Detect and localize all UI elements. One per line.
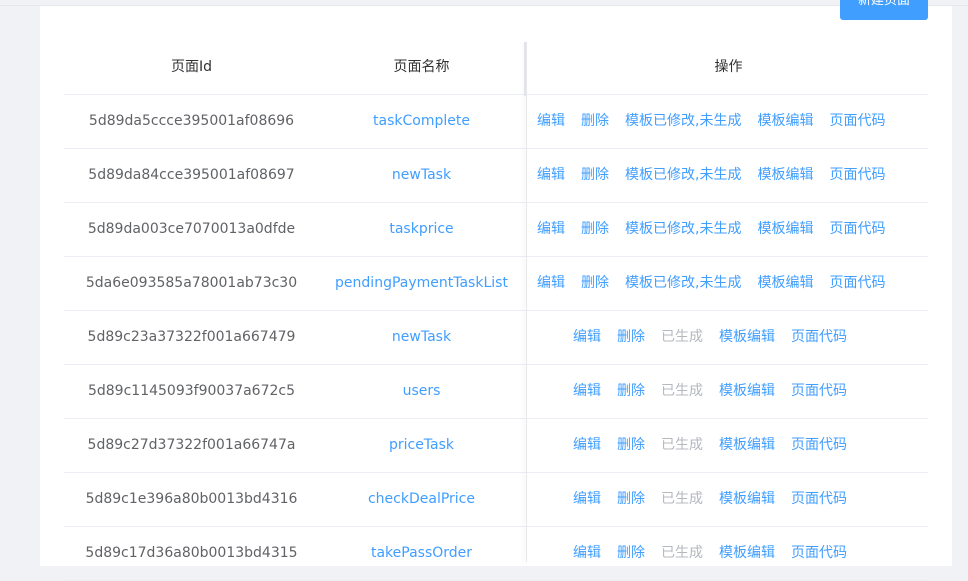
page-code-link[interactable]: 页面代码	[791, 311, 847, 364]
table-row: 5d89c1145093f90037a672c5 users 编辑 删除 已生成 模板编辑…	[64, 365, 928, 419]
delete-link[interactable]: 删除	[581, 149, 609, 202]
page-id-cell: 5d89da84cce395001af08697	[88, 167, 295, 183]
new-page-button[interactable]: 新建页面	[840, 0, 928, 20]
edit-link[interactable]: 编辑	[573, 365, 601, 418]
fixed-column-divider	[526, 42, 527, 562]
page-name-link[interactable]: pendingPaymentTaskList	[319, 257, 524, 310]
page-id-cell: 5da6e093585a78001ab73c30	[85, 275, 298, 291]
delete-link[interactable]: 删除	[617, 311, 645, 364]
edit-link[interactable]: 编辑	[537, 149, 565, 202]
table-row: 5d89da5ccce395001af08696 taskComplete 编辑 删除…	[64, 95, 928, 149]
template-edit-link[interactable]: 模板编辑	[719, 311, 775, 364]
edit-link[interactable]: 编辑	[537, 203, 565, 256]
page-code-link[interactable]: 页面代码	[791, 527, 847, 580]
generate-status: 已生成	[661, 329, 703, 345]
operations-cell: 编辑 删除 已生成 模板编辑 页面代码	[573, 527, 863, 580]
page-name-link[interactable]: takePassOrder	[319, 527, 524, 580]
generate-status: 已生成	[661, 545, 703, 561]
operations-cell: 编辑 删除 已生成 模板编辑 页面代码	[573, 419, 863, 472]
edit-link[interactable]: 编辑	[537, 257, 565, 310]
delete-link[interactable]: 删除	[581, 203, 609, 256]
page-name-link[interactable]: priceTask	[319, 419, 524, 472]
delete-link[interactable]: 删除	[581, 257, 609, 310]
edit-link[interactable]: 编辑	[573, 527, 601, 580]
template-edit-link[interactable]: 模板编辑	[719, 527, 775, 580]
operations-cell: 编辑 删除 模板已修改,未生成 模板编辑 页面代码	[537, 257, 901, 310]
operations-cell: 编辑 删除 已生成 模板编辑 页面代码	[573, 365, 863, 418]
page-name-link[interactable]: taskprice	[319, 203, 524, 256]
edit-link[interactable]: 编辑	[573, 311, 601, 364]
new-page-button-label: 新建页面	[857, 0, 910, 8]
table-body: 5d89da5ccce395001af08696 taskComplete 编辑 删除…	[64, 95, 928, 581]
table-row: 5d89da84cce395001af08697 newTask 编辑 删除 模板已修改…	[64, 149, 928, 203]
generate-status: 已生成	[661, 437, 703, 453]
table-row: 5d89c27d37322f001a66747a priceTask 编辑 删除 已生成…	[64, 419, 928, 473]
header-page-id: 页面Id	[170, 59, 212, 75]
page-id-cell: 5d89da003ce7070013a0dfde	[87, 221, 296, 237]
table-row: 5d89da003ce7070013a0dfde taskprice 编辑 删除 模板已…	[64, 203, 928, 257]
table-header: 页面Id 页面名称 操作	[64, 41, 928, 95]
template-edit-link[interactable]: 模板编辑	[719, 419, 775, 472]
page-name-link[interactable]: taskComplete	[319, 95, 524, 148]
page-code-link[interactable]: 页面代码	[829, 149, 885, 202]
table-row: 5da6e093585a78001ab73c30 pendingPaymentTa…	[64, 257, 928, 311]
generate-status[interactable]: 模板已修改,未生成	[625, 95, 741, 148]
header-operations: 操作	[714, 59, 743, 75]
page-code-link[interactable]: 页面代码	[791, 473, 847, 526]
delete-link[interactable]: 删除	[617, 527, 645, 580]
template-edit-link[interactable]: 模板编辑	[757, 257, 813, 310]
generate-status: 已生成	[661, 383, 703, 399]
table-row: 5d89c17d36a80b0013bd4315 takePassOrder 编辑删…	[64, 527, 928, 581]
page-name-link[interactable]: users	[319, 365, 524, 418]
page-name-link[interactable]: checkDealPrice	[319, 473, 524, 526]
template-edit-link[interactable]: 模板编辑	[719, 473, 775, 526]
page-code-link[interactable]: 页面代码	[829, 203, 885, 256]
operations-cell: 编辑 删除 模板已修改,未生成 模板编辑 页面代码	[537, 203, 901, 256]
page-id-cell: 5d89c27d37322f001a66747a	[87, 437, 296, 453]
operations-cell: 编辑 删除 模板已修改,未生成 模板编辑 页面代码	[537, 95, 901, 148]
edit-link[interactable]: 编辑	[537, 95, 565, 148]
delete-link[interactable]: 删除	[617, 473, 645, 526]
generate-status: 已生成	[661, 491, 703, 507]
operations-cell: 编辑 删除 已生成 模板编辑 页面代码	[573, 311, 863, 364]
content-panel: 新建页面 页面Id 页面名称 操作 5d89da5ccce395001af086…	[40, 0, 952, 581]
operations-cell: 编辑 删除 模板已修改,未生成 模板编辑 页面代码	[537, 149, 901, 202]
template-edit-link[interactable]: 模板编辑	[757, 149, 813, 202]
page-id-cell: 5d89c1e396a80b0013bd4316	[85, 491, 298, 507]
page-name-link[interactable]: newTask	[319, 311, 524, 364]
generate-status[interactable]: 模板已修改,未生成	[625, 203, 741, 256]
page-id-cell: 5d89c17d36a80b0013bd4315	[85, 545, 298, 561]
page-code-link[interactable]: 页面代码	[791, 365, 847, 418]
page-code-link[interactable]: 页面代码	[791, 419, 847, 472]
page-code-link[interactable]: 页面代码	[829, 257, 885, 310]
page-code-link[interactable]: 页面代码	[829, 95, 885, 148]
delete-link[interactable]: 删除	[617, 419, 645, 472]
page-id-cell: 5d89da5ccce395001af08696	[88, 113, 295, 129]
delete-link[interactable]: 删除	[581, 95, 609, 148]
page-id-cell: 5d89c1145093f90037a672c5	[87, 383, 296, 399]
header-page-name: 页面名称	[393, 59, 450, 75]
generate-status[interactable]: 模板已修改,未生成	[625, 257, 741, 310]
page-id-cell: 5d89c23a37322f001a667479	[87, 329, 296, 345]
page-name-link[interactable]: newTask	[319, 149, 524, 202]
edit-link[interactable]: 编辑	[573, 473, 601, 526]
template-edit-link[interactable]: 模板编辑	[719, 365, 775, 418]
table-row: 5d89c23a37322f001a667479 newTask 编辑 删除 已生成 模板…	[64, 311, 928, 365]
operations-cell: 编辑 删除 已生成 模板编辑 页面代码	[573, 473, 863, 526]
table-row: 5d89c1e396a80b0013bd4316 checkDealPrice 编辑…	[64, 473, 928, 527]
template-edit-link[interactable]: 模板编辑	[757, 95, 813, 148]
delete-link[interactable]: 删除	[617, 365, 645, 418]
edit-link[interactable]: 编辑	[573, 419, 601, 472]
pages-table: 页面Id 页面名称 操作 5d89da5ccce395001af08696 tas…	[64, 41, 928, 581]
template-edit-link[interactable]: 模板编辑	[757, 203, 813, 256]
generate-status[interactable]: 模板已修改,未生成	[625, 149, 741, 202]
